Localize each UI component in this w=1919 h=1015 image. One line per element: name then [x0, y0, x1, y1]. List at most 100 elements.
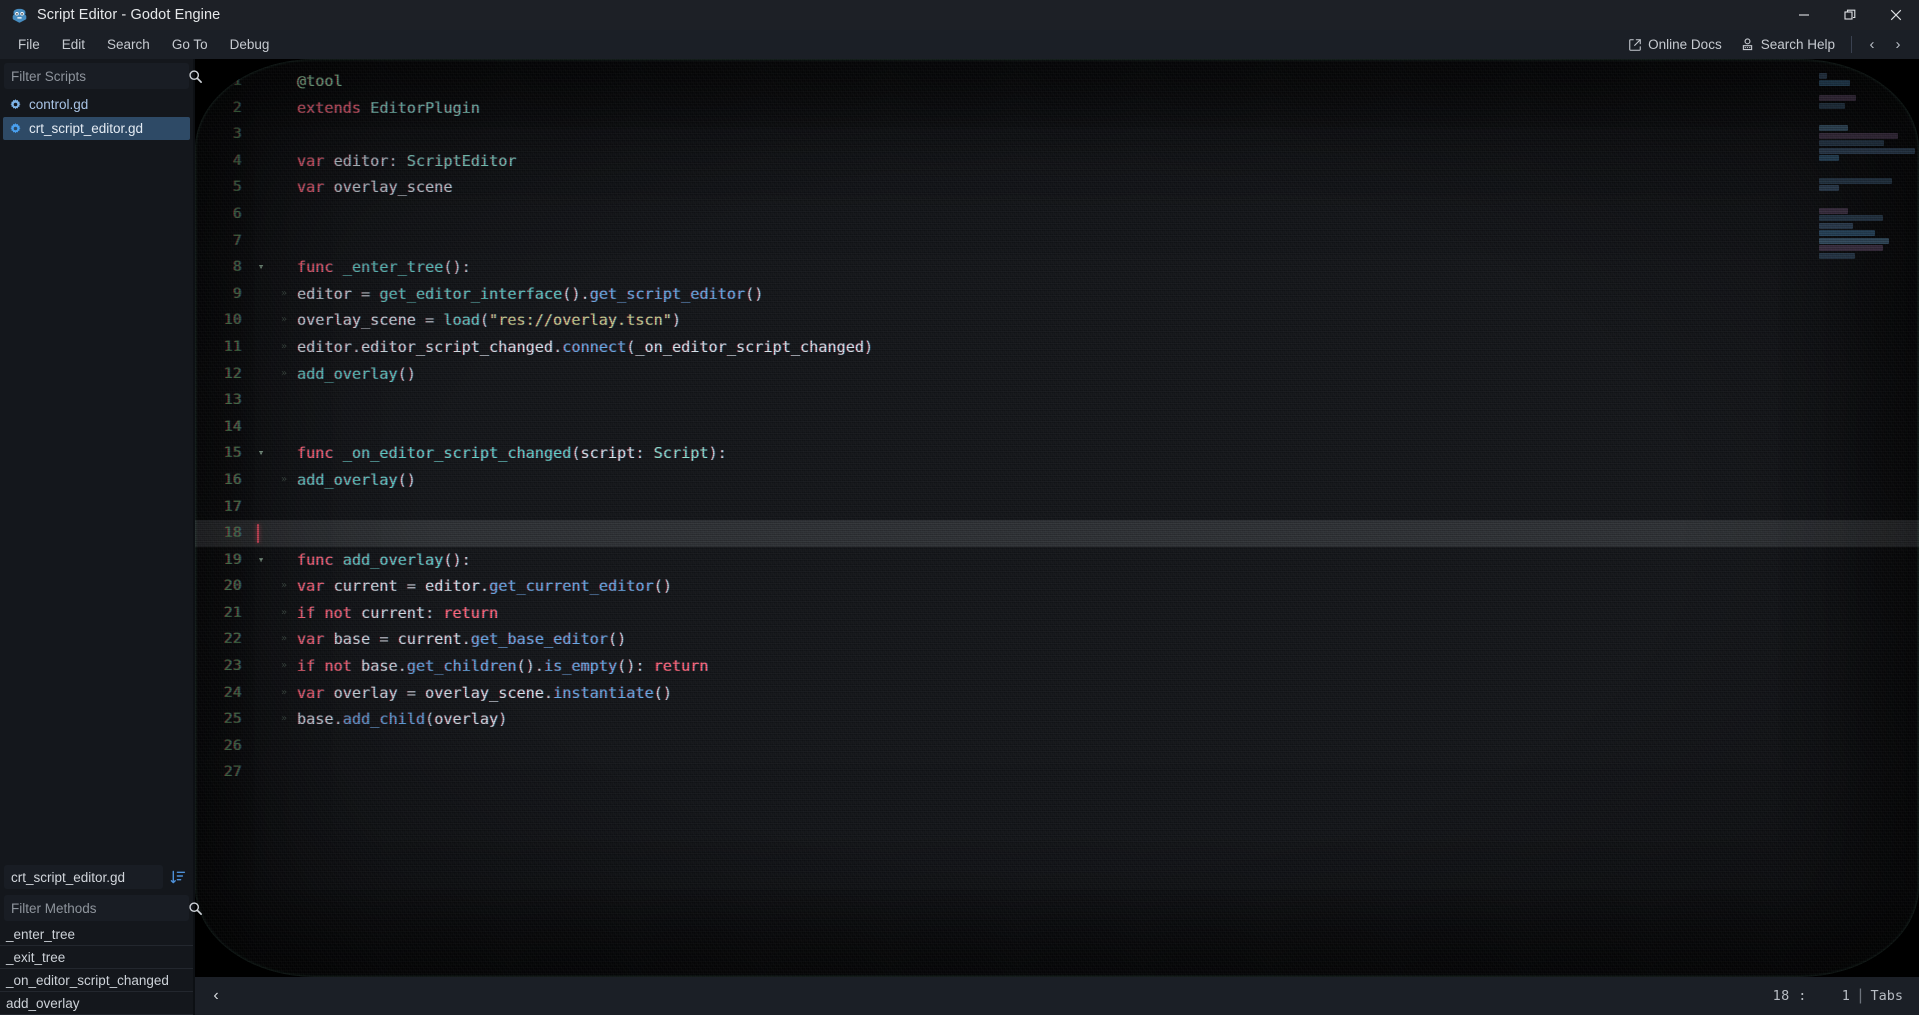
code-line[interactable]: 20 » var current = editor.get_current_edit…: [195, 573, 1919, 600]
code-line[interactable]: 7: [195, 228, 1919, 255]
method-item-enter-tree[interactable]: _enter_tree: [0, 923, 193, 946]
code-line[interactable]: 23 » if not base.get_children().is_empty()…: [195, 653, 1919, 680]
code-line[interactable]: 26: [195, 733, 1919, 760]
nav-prev-button[interactable]: ‹: [1859, 33, 1885, 57]
code-line[interactable]: 18: [195, 520, 1919, 547]
code-fold-toggle-icon[interactable]: ▾: [251, 440, 271, 467]
token-punc: (: [425, 710, 435, 729]
search-help-button[interactable]: Search Help: [1731, 33, 1844, 56]
menu-edit[interactable]: Edit: [51, 33, 96, 56]
code-line[interactable]: 21 » if not current: return: [195, 600, 1919, 627]
godot-logo-icon: [11, 7, 28, 24]
code-line[interactable]: 13: [195, 387, 1919, 414]
code-line[interactable]: 14: [195, 414, 1919, 441]
token-var: overlay: [333, 683, 398, 702]
method-item-on-editor-script-changed[interactable]: _on_editor_script_changed: [0, 969, 193, 992]
filter-methods-input[interactable]: [11, 900, 188, 916]
code-line[interactable]: 6: [195, 201, 1919, 228]
minimize-button[interactable]: [1781, 0, 1827, 30]
minimap-line: [1819, 147, 1915, 154]
code-line[interactable]: 1 @tool: [195, 68, 1919, 95]
code-line[interactable]: 22 » var base = current.get_base_editor(): [195, 626, 1919, 653]
line-number: 19: [223, 550, 242, 568]
script-list-item-control[interactable]: control.gd: [3, 93, 190, 116]
code-area[interactable]: 1 @tool 2 extends EditorPlugin 3 4 var editor:…: [195, 59, 1919, 977]
token-type: Script: [653, 444, 709, 463]
script-list-item-crt-script-editor[interactable]: crt_script_editor.gd: [3, 117, 190, 140]
cursor-position[interactable]: 18 : 1: [1773, 988, 1851, 1004]
restore-button[interactable]: [1827, 0, 1873, 30]
token-punc: ().: [562, 284, 590, 303]
code-line[interactable]: 15 ▾ func _on_editor_script_changed(script…: [195, 440, 1919, 467]
menu-go-to[interactable]: Go To: [161, 33, 219, 56]
code-line[interactable]: 24 » var overlay = overlay_scene.instantia…: [195, 680, 1919, 707]
current-file-row: crt_script_editor.gd: [4, 865, 189, 889]
online-docs-button[interactable]: Online Docs: [1619, 33, 1731, 56]
code-line[interactable]: 19 ▾ func add_overlay():: [195, 547, 1919, 574]
token-var: base: [361, 657, 398, 676]
code-text: var current = editor.get_current_editor(…: [297, 573, 672, 600]
sidebar: control.gd crt_script_editor.gd crt_scri…: [0, 59, 202, 1015]
token-member: get_base_editor: [470, 630, 608, 649]
token-kw: func: [297, 444, 334, 463]
current-file-name[interactable]: crt_script_editor.gd: [4, 865, 163, 889]
code-line[interactable]: 25 » base.add_child(overlay): [195, 706, 1919, 733]
indent-guide: »: [280, 606, 288, 618]
code-line[interactable]: 17: [195, 494, 1919, 521]
token-kw: var: [297, 577, 325, 596]
code-line[interactable]: 2 extends EditorPlugin: [195, 95, 1919, 122]
code-line[interactable]: 8 ▾ func _enter_tree():: [195, 254, 1919, 281]
token-fn: get_editor_interface: [379, 284, 563, 303]
token-member: is_empty: [543, 657, 618, 676]
token-annot: @tool: [297, 72, 343, 90]
status-back-button[interactable]: ‹: [201, 982, 231, 1010]
token-kw: func: [297, 258, 334, 277]
code-line[interactable]: 10 » overlay_scene = load("res://overlay.t…: [195, 307, 1919, 334]
filter-scripts-box[interactable]: [4, 63, 202, 89]
menu-debug[interactable]: Debug: [219, 33, 281, 56]
token-punc: :: [388, 151, 407, 170]
indent-mode[interactable]: Tabs: [1870, 988, 1903, 1004]
window-title: Script Editor - Godot Engine: [37, 7, 221, 23]
code-fold-toggle-icon[interactable]: ▾: [251, 254, 271, 281]
token-kw: var: [297, 178, 325, 197]
gear-icon: [9, 98, 22, 111]
code-line[interactable]: 5 var overlay_scene: [195, 174, 1919, 201]
script-list-item-label: crt_script_editor.gd: [29, 121, 144, 136]
menu-search[interactable]: Search: [96, 33, 161, 56]
code-line[interactable]: 16 » add_overlay(): [195, 467, 1919, 494]
code-line[interactable]: 12 » add_overlay(): [195, 361, 1919, 388]
indent-guide: »: [280, 633, 288, 645]
code-line[interactable]: 11 » editor.editor_script_changed.connect(…: [195, 334, 1919, 361]
code-line[interactable]: 4 var editor: ScriptEditor: [195, 148, 1919, 175]
token-punc: [324, 577, 333, 595]
token-punc: [352, 657, 361, 675]
code-minimap[interactable]: [1815, 59, 1919, 977]
code-line[interactable]: 9 » editor = get_editor_interface().get_sc…: [195, 281, 1919, 308]
title-bar: Script Editor - Godot Engine: [0, 0, 1919, 30]
sort-icon[interactable]: [167, 866, 189, 888]
code-text: func _enter_tree():: [297, 254, 471, 281]
nav-next-button[interactable]: ›: [1885, 33, 1911, 57]
code-fold-toggle-icon[interactable]: ▾: [251, 547, 271, 574]
token-punc: (): [607, 630, 627, 649]
method-item-exit-tree[interactable]: _exit_tree: [0, 946, 193, 969]
method-item-add-overlay[interactable]: add_overlay: [0, 992, 193, 1015]
token-punc: (): [397, 470, 416, 489]
filter-scripts-input[interactable]: [11, 68, 188, 84]
close-button[interactable]: [1873, 0, 1919, 30]
menu-bar: File Edit Search Go To Debug Online Docs: [0, 30, 1919, 59]
window-controls: [1781, 0, 1919, 30]
code-text: base.add_child(overlay): [297, 706, 507, 733]
token-member: instantiate: [553, 683, 654, 702]
search-help-label: Search Help: [1760, 37, 1835, 52]
code-line[interactable]: 27: [195, 759, 1919, 786]
status-separator: |: [1858, 987, 1863, 1004]
code-line[interactable]: 3: [195, 121, 1919, 148]
code-text: var editor: ScriptEditor: [297, 148, 517, 175]
filter-methods-box[interactable]: [4, 895, 202, 921]
token-var: current: [397, 630, 462, 649]
menu-file[interactable]: File: [7, 33, 51, 56]
code-text: func _on_editor_script_changed(script: S…: [297, 440, 727, 467]
indent-guide: »: [280, 580, 288, 592]
